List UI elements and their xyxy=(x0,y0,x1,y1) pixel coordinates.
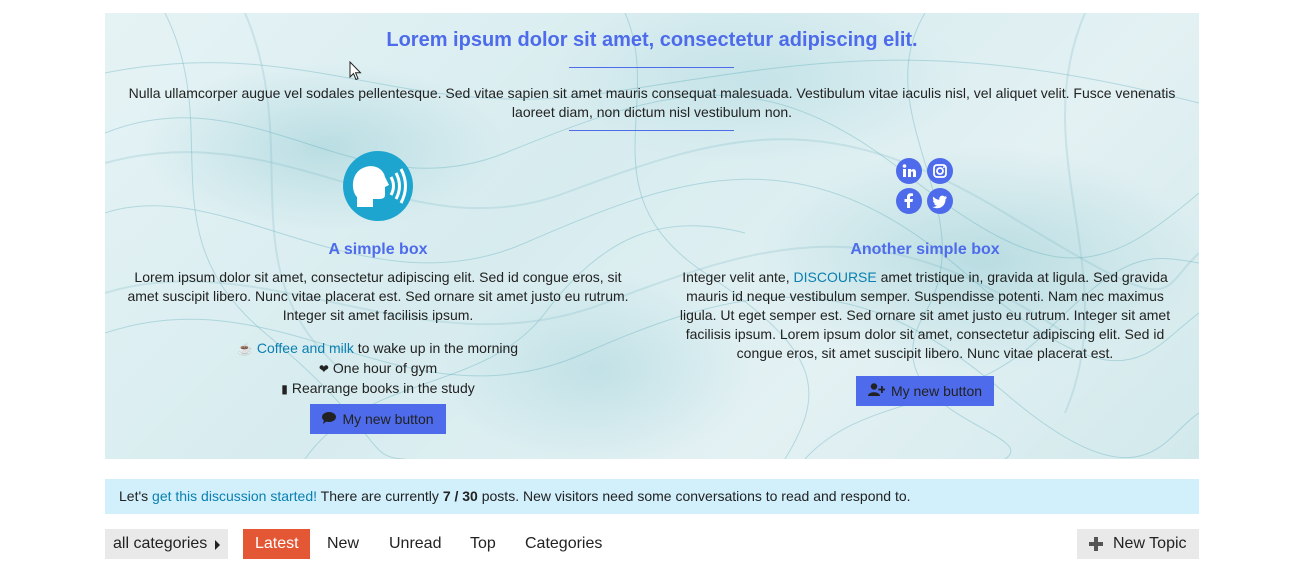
list-item-text: to wake up in the morning xyxy=(353,340,519,356)
discussion-notice: Let's get this discussion started! There… xyxy=(105,479,1199,514)
post-count: 7 / 30 xyxy=(442,488,478,504)
list-item: ❤ One hour of gym xyxy=(105,359,651,379)
facebook-icon[interactable] xyxy=(896,188,922,214)
coffee-link[interactable]: Coffee and milk xyxy=(257,340,354,356)
right-box-button-label: My new button xyxy=(890,383,983,399)
discourse-link[interactable]: DISCOURSE xyxy=(794,269,877,285)
book-icon: ▮ xyxy=(281,382,288,396)
left-box-text: Lorem ipsum dolor sit amet, consectetur … xyxy=(127,269,629,323)
instagram-icon[interactable] xyxy=(927,158,953,184)
divider-bottom xyxy=(569,130,734,131)
new-topic-label: New Topic xyxy=(1113,535,1187,552)
list-item-text: One hour of gym xyxy=(332,360,438,376)
tab-top[interactable]: Top xyxy=(458,529,508,559)
coffee-icon: ☕ xyxy=(237,342,253,356)
heartbeat-icon: ❤ xyxy=(318,362,329,376)
twitter-icon[interactable] xyxy=(927,188,953,214)
category-dropdown-label: all categories xyxy=(113,535,208,552)
list-item: ▮ Rearrange books in the study xyxy=(105,379,651,399)
start-discussion-link[interactable]: get this discussion started! xyxy=(152,488,317,504)
right-box-text: Integer velit ante, DISCOURSE amet trist… xyxy=(673,268,1177,363)
right-box-text-part: Integer velit ante, xyxy=(682,269,794,285)
left-box-title: A simple box xyxy=(328,241,428,258)
plus-icon xyxy=(1089,537,1103,551)
mouse-pointer-icon xyxy=(349,61,362,81)
tab-categories[interactable]: Categories xyxy=(513,529,614,559)
user-plus-icon xyxy=(867,383,886,399)
left-box-button-label: My new button xyxy=(342,411,434,427)
voice-speaking-icon xyxy=(343,151,413,221)
tab-new[interactable]: New xyxy=(315,529,371,559)
tab-latest[interactable]: Latest xyxy=(243,529,310,559)
divider-top xyxy=(569,67,734,68)
banner-description: Nulla ullamcorper augue vel sodales pell… xyxy=(128,85,1176,120)
list-item: ☕ Coffee and milk to wake up in the morni… xyxy=(105,339,651,359)
comment-icon xyxy=(322,411,337,427)
right-box-button[interactable]: My new button xyxy=(856,376,994,406)
caret-right-icon xyxy=(215,540,220,550)
banner-title: Lorem ipsum dolor sit amet, consectetur … xyxy=(386,29,918,51)
notice-text: posts. New visitors need some conversati… xyxy=(477,488,911,504)
right-box-title: Another simple box xyxy=(850,241,1000,258)
hero-banner: Lorem ipsum dolor sit amet, consectetur … xyxy=(105,13,1199,459)
list-item-text: Rearrange books in the study xyxy=(291,380,475,396)
linkedin-icon[interactable] xyxy=(896,158,922,184)
category-dropdown[interactable]: all categories xyxy=(105,529,228,559)
left-box-button[interactable]: My new button xyxy=(310,404,446,434)
notice-text: Let's xyxy=(119,488,153,504)
notice-text: There are currently xyxy=(317,488,443,504)
todo-list: ☕ Coffee and milk to wake up in the morni… xyxy=(105,339,651,399)
new-topic-button[interactable]: New Topic xyxy=(1077,529,1199,559)
tab-unread[interactable]: Unread xyxy=(377,529,453,559)
